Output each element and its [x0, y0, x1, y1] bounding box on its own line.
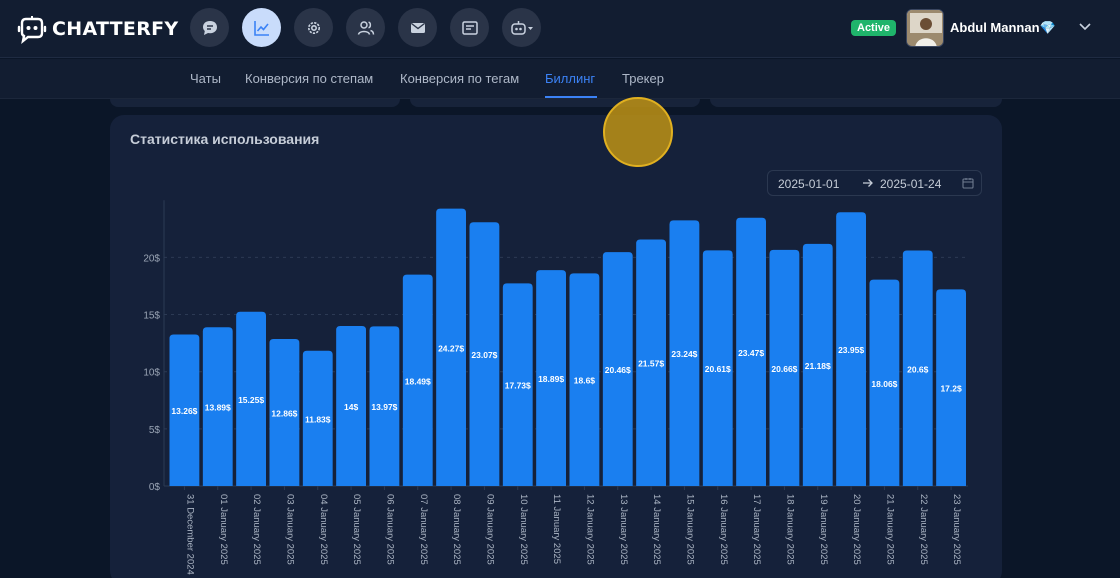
x-tick-label: 19 January 2025: [818, 494, 829, 565]
tab-tracker[interactable]: Трекер: [622, 71, 664, 86]
y-tick-label: 20$: [143, 253, 160, 264]
x-tick-label: 16 January 2025: [718, 494, 729, 565]
x-tick-label: 13 January 2025: [618, 494, 629, 565]
y-tick-label: 10$: [143, 368, 160, 379]
bar-value-label: 17.2$: [940, 384, 962, 394]
nav-chats-button[interactable]: [190, 8, 229, 47]
top-header: CHATTERFY Active Abdul Mannan💎: [0, 0, 1120, 58]
analytics-icon: [253, 20, 269, 36]
cursor-highlight: [603, 97, 673, 167]
y-tick-label: 15$: [143, 311, 160, 322]
settings-icon: [307, 21, 320, 34]
x-tick-label: 07 January 2025: [418, 494, 429, 565]
y-tick-label: 5$: [149, 425, 161, 436]
x-tick-label: 20 January 2025: [851, 494, 862, 565]
bot-icon: [510, 20, 533, 35]
active-tab-indicator: [545, 96, 597, 98]
x-tick-label: 31 December 2024: [184, 494, 195, 575]
users-icon: [357, 20, 374, 35]
summary-card-1: [110, 99, 400, 107]
x-tick-label: 08 January 2025: [451, 494, 462, 565]
bar-value-label: 20.66$: [771, 364, 797, 374]
nav-settings-button[interactable]: [294, 8, 333, 47]
nav-users-button[interactable]: [346, 8, 385, 47]
chatbot-logo-icon: [17, 16, 47, 44]
x-tick-label: 21 January 2025: [884, 494, 895, 565]
date-start-input[interactable]: 2025-01-01: [778, 177, 839, 191]
bar-value-label: 23.47$: [738, 348, 764, 358]
bar-value-label: 20.6$: [907, 364, 929, 374]
bar-value-label: 14$: [344, 402, 358, 412]
date-range-picker[interactable]: 2025-01-01 2025-01-24: [767, 170, 982, 196]
nav-mail-button[interactable]: [398, 8, 437, 47]
bar-value-label: 21.57$: [638, 359, 664, 369]
status-badge: Active: [851, 20, 897, 36]
bar-value-label: 15.25$: [238, 395, 264, 405]
sub-tabs: Чаты Конверсия по степам Конверсия по те…: [0, 59, 1120, 99]
x-tick-label: 11 January 2025: [551, 494, 562, 564]
summary-card-3: [710, 99, 1002, 107]
main-nav: [190, 8, 541, 47]
x-tick-label: 15 January 2025: [684, 494, 695, 565]
x-tick-label: 14 January 2025: [651, 494, 662, 565]
x-tick-label: 10 January 2025: [518, 494, 529, 565]
calendar-icon[interactable]: [962, 177, 974, 189]
x-tick-label: 06 January 2025: [384, 494, 395, 565]
bar-value-label: 18.89$: [538, 374, 564, 384]
usage-bar-chart: 0$ 5$ 10$ 15$ 20$ 13.26$ 31 December 2024 13.89…: [143, 200, 968, 575]
chat-icon: [202, 20, 217, 35]
x-tick-label: 03 January 2025: [284, 494, 295, 565]
brand-name: CHATTERFY: [52, 18, 179, 40]
bar-value-label: 11.83$: [305, 414, 331, 424]
x-tick-label: 12 January 2025: [584, 494, 595, 565]
tab-step-conversion[interactable]: Конверсия по степам: [245, 71, 373, 86]
bar-value-label: 21.18$: [805, 361, 831, 371]
brand-logo[interactable]: CHATTERFY: [16, 12, 178, 46]
avatar-photo-icon: [907, 10, 943, 46]
bar-value-label: 23.95$: [838, 345, 864, 355]
bar-value-label: 13.97$: [371, 402, 397, 412]
chevron-down-icon[interactable]: [1078, 22, 1092, 32]
user-name[interactable]: Abdul Mannan💎: [950, 20, 1056, 36]
x-tick-label: 01 January 2025: [218, 494, 229, 565]
arrow-right-icon: [863, 179, 873, 187]
x-tick-label: 23 January 2025: [951, 494, 962, 565]
bar-value-label: 18.06$: [871, 379, 897, 389]
nav-analytics-button[interactable]: [242, 8, 281, 47]
x-tick-label: 17 January 2025: [751, 494, 762, 565]
bar-value-label: 13.89$: [205, 403, 231, 413]
bar-value-label: 12.86$: [271, 409, 297, 419]
x-tick-label: 02 January 2025: [251, 494, 262, 565]
x-tick-label: 18 January 2025: [784, 494, 795, 565]
mail-icon: [410, 22, 425, 33]
bar-value-label: 20.46$: [605, 365, 631, 375]
x-tick-label: 22 January 2025: [918, 494, 929, 565]
bar-value-label: 23.24$: [671, 349, 697, 359]
x-tick-label: 09 January 2025: [484, 494, 495, 565]
y-tick-label: 0$: [149, 482, 161, 493]
bar-value-label: 23.07$: [471, 350, 497, 360]
date-end-input[interactable]: 2025-01-24: [880, 177, 941, 191]
x-tick-label: 04 January 2025: [318, 494, 329, 565]
user-avatar[interactable]: [906, 9, 944, 47]
bar-value-label: 24.27$: [438, 343, 464, 353]
tab-billing[interactable]: Биллинг: [545, 71, 595, 86]
tab-tag-conversion[interactable]: Конверсия по тегам: [400, 71, 519, 86]
bar-value-label: 18.6$: [574, 376, 596, 386]
bar-value-label: 13.26$: [171, 406, 197, 416]
bar-value-label: 20.61$: [705, 364, 731, 374]
forms-icon: [461, 20, 478, 35]
bar-value-label: 18.49$: [405, 376, 431, 386]
nav-bot-button[interactable]: [502, 8, 541, 47]
bar-value-label: 17.73$: [505, 381, 531, 391]
nav-forms-button[interactable]: [450, 8, 489, 47]
tab-chats[interactable]: Чаты: [190, 71, 221, 86]
card-title: Статистика использования: [130, 131, 320, 147]
x-tick-label: 05 January 2025: [351, 494, 362, 565]
